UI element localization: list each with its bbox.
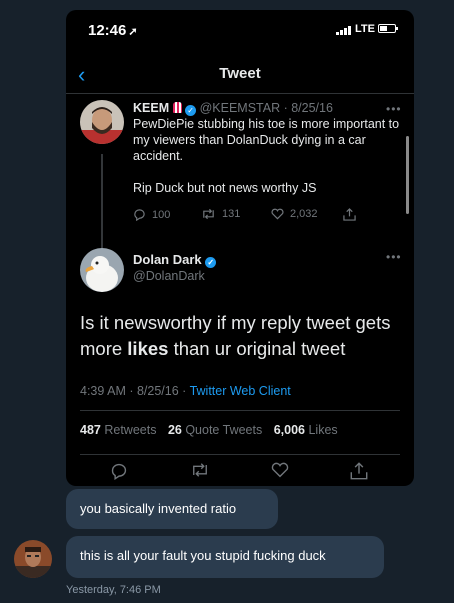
tweet2-client-link[interactable]: Twitter Web Client bbox=[190, 384, 291, 398]
retweet-count: 131 bbox=[222, 208, 241, 220]
tweet2-stats: 487 Retweets 26 Quote Tweets 6,006 Likes bbox=[80, 423, 338, 437]
message-bubble[interactable]: you basically invented ratio bbox=[66, 489, 278, 529]
reply-icon bbox=[134, 209, 145, 221]
tweet2-actions bbox=[66, 462, 414, 486]
heart-icon bbox=[271, 208, 284, 220]
keem-avatar[interactable] bbox=[80, 100, 124, 144]
verified-badge-icon: ✓ bbox=[185, 105, 197, 116]
like-count: 2,032 bbox=[290, 208, 318, 220]
heart-icon[interactable] bbox=[271, 462, 289, 478]
battery-icon bbox=[378, 24, 398, 33]
tweet2-text: Is it newsworthy if my reply tweet gets … bbox=[80, 312, 391, 359]
divider bbox=[80, 410, 400, 411]
message-timestamp: Yesterday, 7:46 PM bbox=[66, 584, 161, 596]
scrollbar[interactable] bbox=[406, 136, 409, 214]
thread-line bbox=[101, 154, 103, 254]
status-time: 12:46 bbox=[88, 22, 127, 39]
tweet2-meta: 4:39 AM · 8/25/16 · Twitter Web Client bbox=[80, 384, 291, 398]
message-text: this is all your fault you stupid fuckin… bbox=[80, 548, 326, 563]
share-icon bbox=[343, 208, 356, 221]
tweet1-date: · 8/25/16 bbox=[283, 101, 333, 115]
share-button[interactable] bbox=[343, 208, 356, 221]
tweet1-handle[interactable]: @KEEMSTAR bbox=[200, 101, 281, 115]
more-icon[interactable]: ••• bbox=[386, 250, 402, 264]
tweet-keem: KEEM ✓ @KEEMSTAR · 8/25/16 PewDiePie stu… bbox=[133, 100, 403, 196]
tweet2-time: 4:39 AM · 8/25/16 · bbox=[80, 384, 187, 398]
tweet2-name[interactable]: Dolan Dark bbox=[133, 252, 202, 267]
reply-button[interactable]: 100 bbox=[133, 208, 170, 221]
message-bubble[interactable]: this is all your fault you stupid fuckin… bbox=[66, 536, 384, 578]
signal-icon bbox=[336, 26, 351, 35]
status-bar: 12:46 ➚ LTE bbox=[66, 10, 414, 54]
quotes-stat[interactable]: 26 Quote Tweets bbox=[168, 423, 262, 437]
avatar[interactable] bbox=[14, 540, 52, 578]
retweet-icon bbox=[203, 208, 214, 220]
tweet1-text: PewDiePie stubbing his toe is more impor… bbox=[133, 117, 400, 163]
dolan-avatar[interactable] bbox=[80, 248, 124, 292]
divider bbox=[80, 454, 400, 455]
retweet-button[interactable]: 131 bbox=[201, 208, 240, 220]
reply-icon[interactable] bbox=[110, 462, 128, 480]
reply-count: 100 bbox=[152, 208, 171, 221]
tweet1-name[interactable]: KEEM bbox=[133, 101, 169, 115]
verified-badge-icon: ✓ bbox=[205, 257, 217, 268]
network-label: LTE bbox=[355, 23, 375, 35]
message-text: you basically invented ratio bbox=[80, 501, 237, 516]
share-icon[interactable] bbox=[350, 462, 368, 480]
tweet-screenshot-image[interactable]: 12:46 ➚ LTE ‹ Tweet ••• KEEM ✓ @KEEMSTAR … bbox=[66, 10, 414, 486]
like-button[interactable]: 2,032 bbox=[271, 208, 318, 220]
retweets-stat[interactable]: 487 Retweets bbox=[80, 423, 156, 437]
tweet1-actions: 100 131 2,032 bbox=[133, 208, 373, 224]
page-title: Tweet bbox=[219, 65, 261, 82]
retweet-icon[interactable] bbox=[190, 462, 210, 478]
location-arrow-icon: ➚ bbox=[128, 26, 138, 38]
popcorn-icon bbox=[172, 102, 182, 113]
nav-bar: ‹ Tweet bbox=[66, 54, 414, 94]
tweet2-handle[interactable]: @DolanDark bbox=[133, 269, 205, 283]
tweet1-text2: Rip Duck but not news worthy JS bbox=[133, 181, 317, 195]
likes-stat[interactable]: 6,006 Likes bbox=[274, 423, 338, 437]
